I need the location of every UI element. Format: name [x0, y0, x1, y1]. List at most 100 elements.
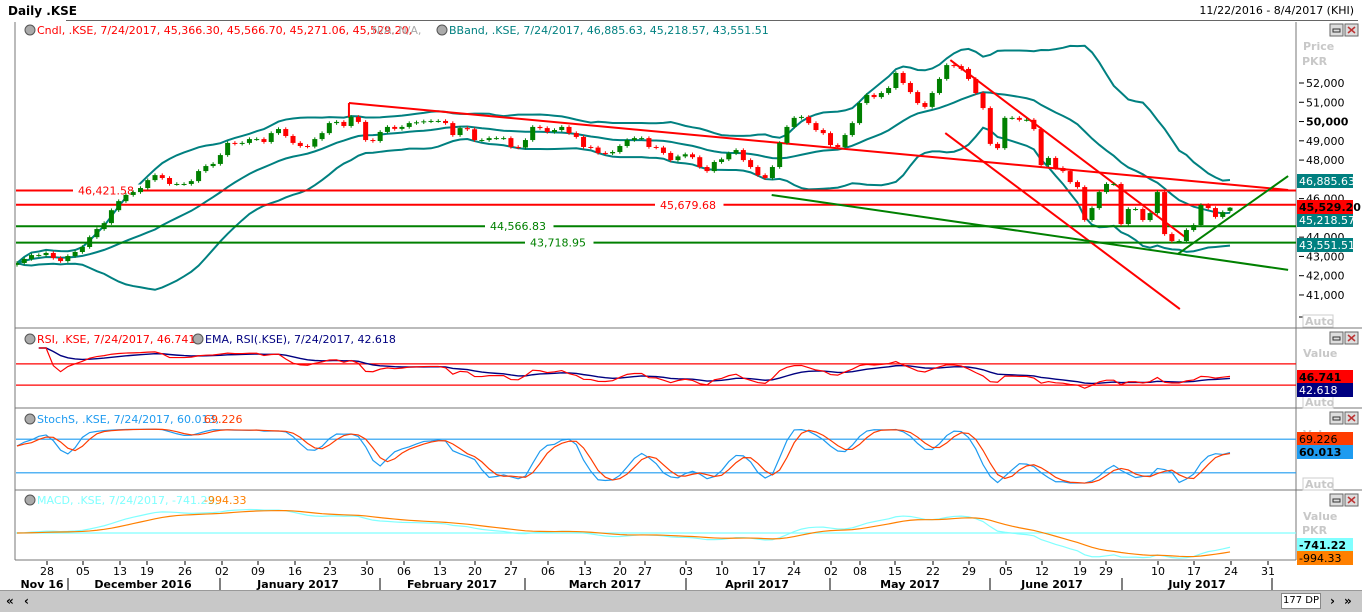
candle-body [1060, 167, 1066, 172]
candle [290, 134, 296, 145]
candle [174, 182, 180, 186]
candle-body [137, 188, 143, 193]
candle-body [341, 121, 347, 126]
auto-button[interactable]: Auto [1305, 396, 1335, 409]
candle-body [777, 142, 783, 168]
candle [305, 144, 311, 149]
candle [1009, 116, 1015, 120]
price-tick-label: 50,000 [1306, 116, 1349, 129]
candle-body [399, 126, 405, 129]
candle-body [363, 121, 369, 141]
macd-legend: MACD, .KSE, 7/24/2017, -741.22, -994.33 [24, 494, 246, 507]
ema-legend-text: EMA, RSI(.KSE), 7/24/2017, 42.618 [205, 333, 396, 346]
candle-body [29, 255, 35, 259]
candle-body [842, 135, 848, 147]
macd-value-label: Value [1303, 510, 1337, 523]
candle [1183, 228, 1189, 243]
clock-icon[interactable] [192, 333, 204, 345]
price-tick-label: 52,000 [1306, 77, 1345, 90]
candle [573, 131, 579, 139]
restore-pane-button [1329, 411, 1344, 425]
auto-button[interactable]: Auto [1305, 315, 1335, 328]
candle [1074, 180, 1080, 189]
price-tick-label: 48,000 [1306, 154, 1345, 167]
candle [660, 145, 666, 155]
scroll-left-button[interactable]: ‹ [24, 594, 29, 608]
rsi-ema-line [38, 347, 1231, 385]
candle-body [980, 93, 986, 109]
restore-pane-button [1329, 23, 1344, 37]
candle [450, 121, 456, 137]
horizontal-scrollbar[interactable]: « ‹ 177 DP › » [0, 590, 1362, 612]
clock-icon[interactable] [24, 413, 36, 425]
candle-body [755, 167, 761, 176]
candle-body [551, 130, 557, 132]
candle-body [65, 256, 71, 262]
candle [522, 138, 528, 150]
day-tick-label: 06 [397, 565, 411, 578]
candle [559, 125, 565, 132]
stoch-d-line [16, 428, 1231, 484]
candle [479, 138, 485, 142]
candle [980, 91, 986, 110]
scroll-last-button[interactable]: » [1344, 594, 1352, 608]
candle-body [217, 155, 223, 164]
candle-body [987, 108, 993, 144]
data-points-box[interactable]: 177 DP [1281, 593, 1321, 609]
candle-body [951, 65, 957, 67]
candle [1227, 206, 1233, 213]
day-tick-label: 05 [76, 565, 90, 578]
candle-body [297, 142, 303, 147]
candle-body [435, 120, 441, 122]
candle [610, 150, 616, 156]
candle [1154, 190, 1160, 215]
candle [682, 152, 688, 159]
candle-body [798, 116, 804, 118]
candle [995, 142, 1001, 150]
stoch-legend-text: StochS, .KSE, 7/24/2017, 60.013, [37, 413, 219, 426]
day-tick-label: 12 [1035, 565, 1049, 578]
candle-body [602, 152, 608, 154]
clock-icon[interactable] [24, 333, 36, 345]
candle [392, 125, 398, 131]
candle-body [261, 139, 267, 142]
candle-body [123, 194, 129, 202]
chart-area[interactable]: 46,421.5845,679.6844,566.8343,718.95 Cnd… [0, 0, 1362, 590]
candle [232, 141, 238, 146]
clock-icon[interactable] [24, 494, 36, 506]
restore-pane-button [1329, 493, 1344, 507]
scroll-first-button[interactable]: « [6, 594, 14, 608]
candle [784, 125, 790, 145]
candle [225, 141, 231, 157]
candle [268, 131, 274, 144]
candle [755, 165, 761, 177]
price-tick-label: 51,000 [1306, 96, 1345, 109]
candle-body [522, 140, 528, 148]
candle [1089, 206, 1095, 222]
candle-body [21, 258, 27, 263]
candle-body [508, 138, 514, 147]
candle-body [493, 138, 499, 140]
candle-body [820, 130, 826, 134]
auto-button[interactable]: Auto [1305, 478, 1335, 491]
candle [370, 138, 376, 143]
candle-body [159, 175, 165, 179]
candle [326, 121, 332, 135]
candle [472, 127, 478, 142]
candle-body [36, 255, 42, 257]
rsi-pane [16, 347, 1296, 389]
candle-body [537, 126, 543, 129]
clock-icon[interactable] [436, 24, 448, 36]
candle-body [196, 171, 202, 182]
scroll-right-button[interactable]: › [1330, 594, 1335, 608]
candle-body [915, 92, 921, 104]
price-unit-label: PKR [1302, 55, 1328, 68]
day-tick-label: 29 [962, 565, 976, 578]
candle [1082, 185, 1088, 222]
candle [297, 141, 303, 148]
candle-body [733, 150, 739, 154]
candle-body [762, 175, 768, 179]
clock-icon[interactable] [24, 24, 36, 36]
candle [312, 137, 318, 149]
day-tick-label: 05 [999, 565, 1013, 578]
